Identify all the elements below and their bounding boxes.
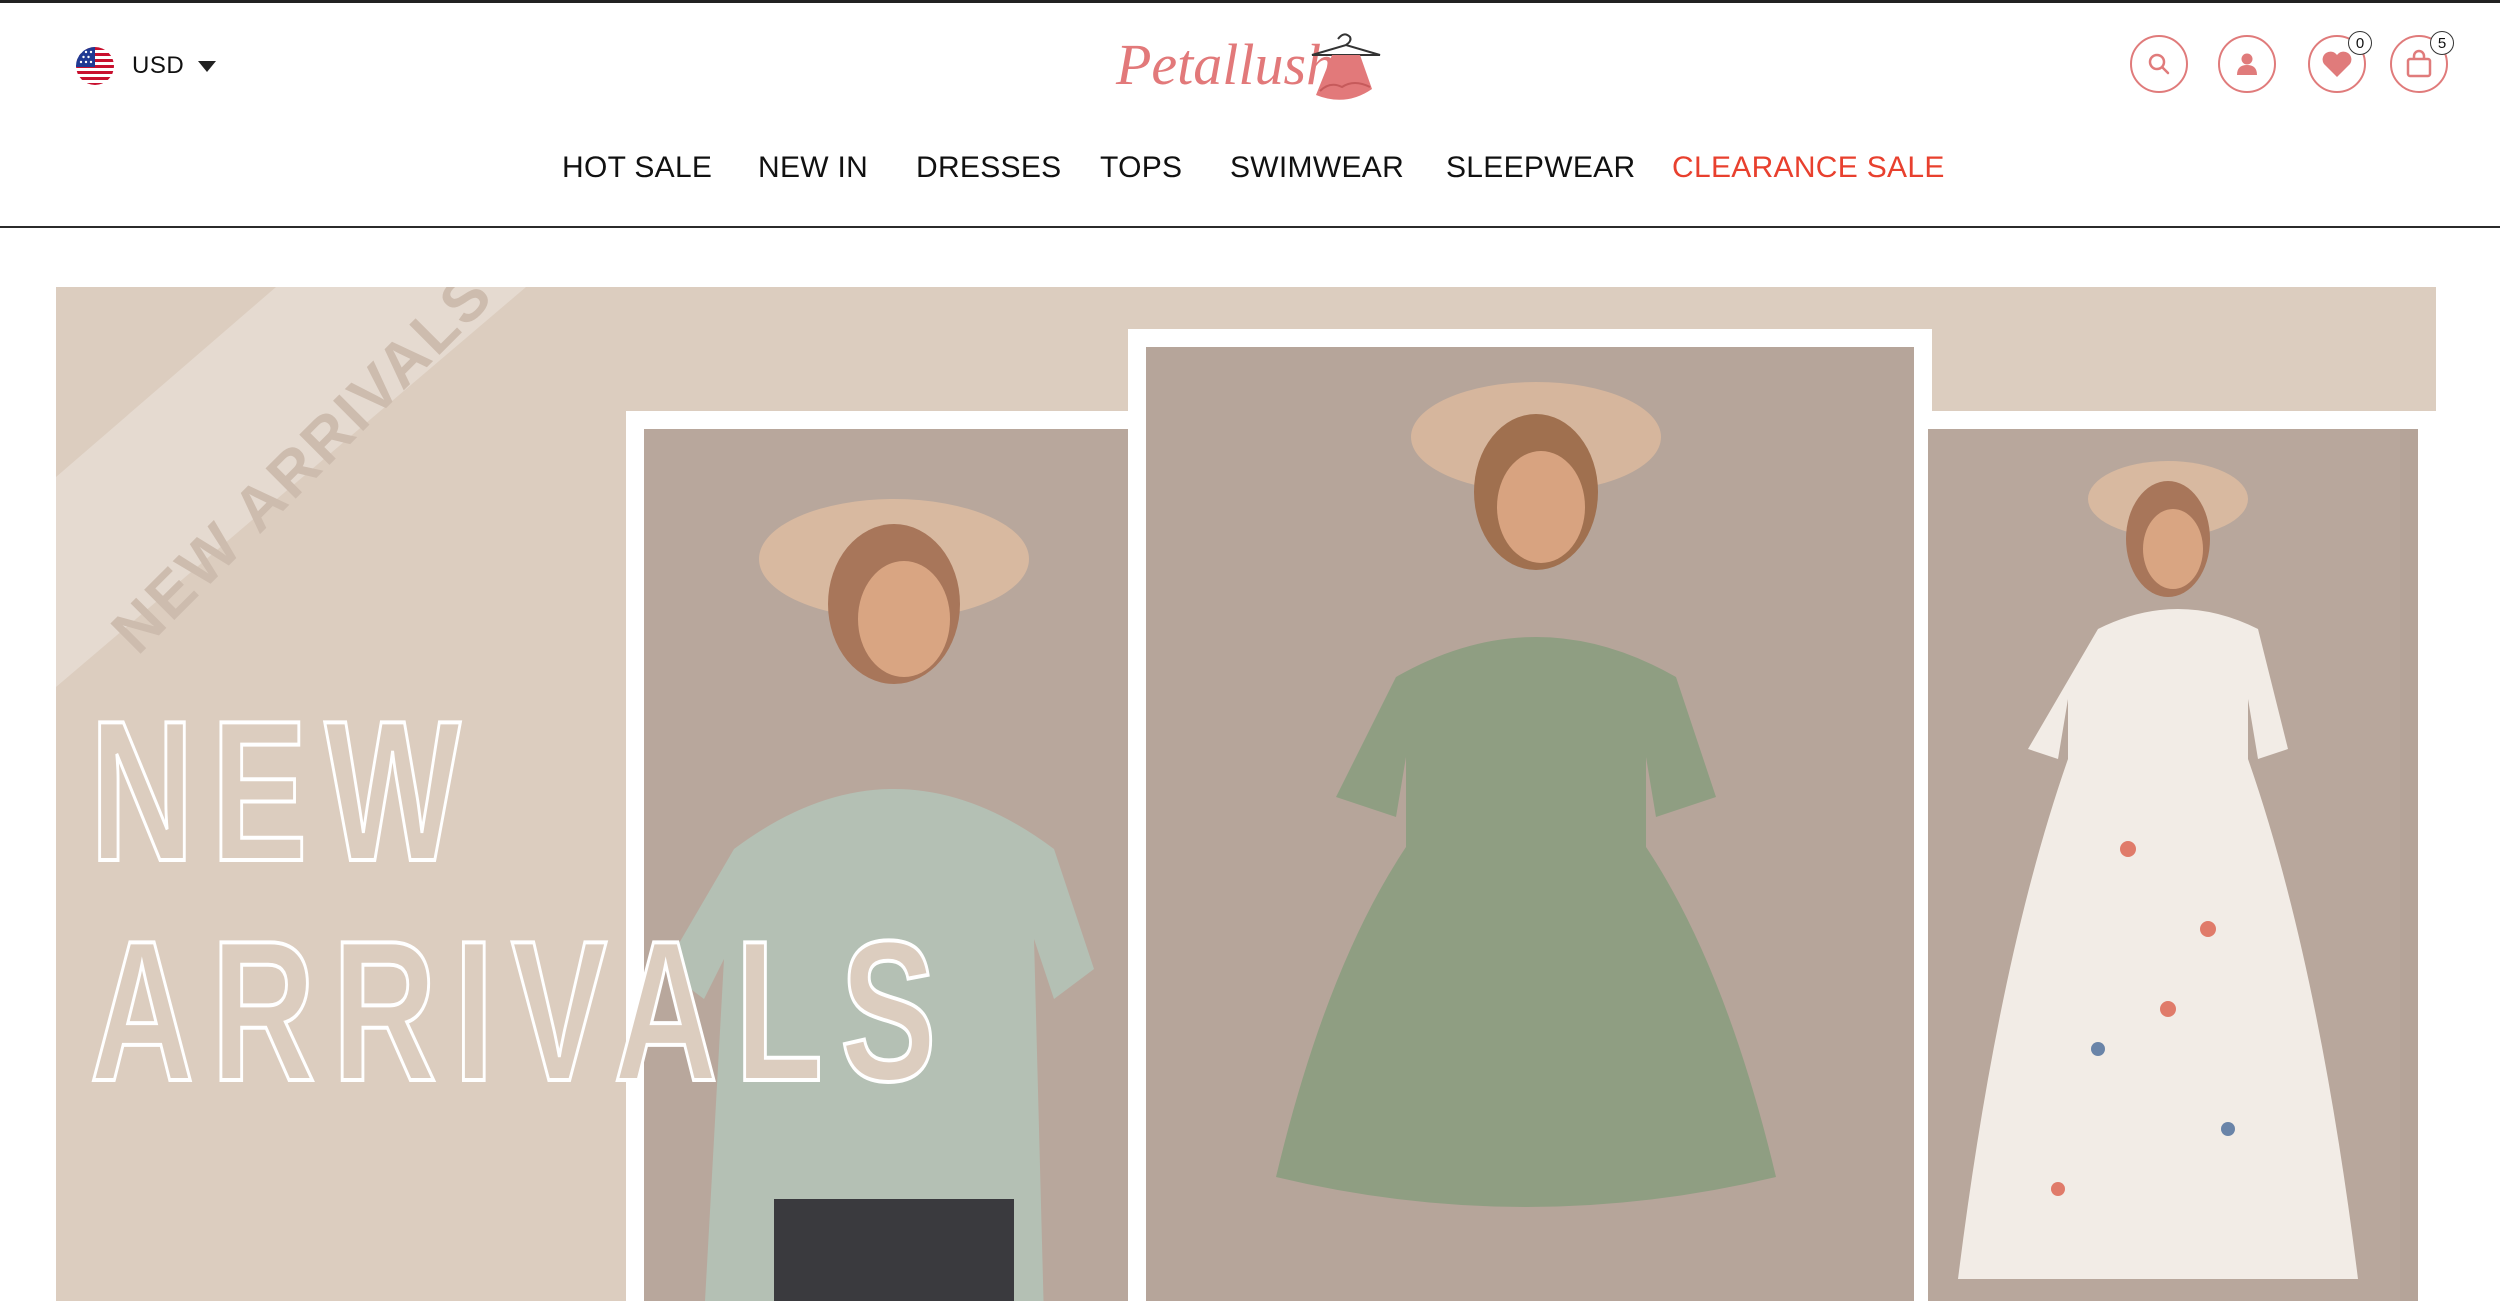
headline-line-1: NEW [89, 678, 478, 905]
header-divider [0, 226, 2500, 228]
cart-count-badge: 5 [2430, 31, 2454, 55]
nav-clearance-sale[interactable]: CLEARANCE SALE [1672, 151, 1945, 185]
hanger-dress-icon [1311, 33, 1381, 100]
heart-icon [2322, 51, 2352, 77]
site-logo[interactable]: Petallush [1116, 25, 1381, 105]
account-button[interactable] [2218, 35, 2276, 93]
search-button[interactable] [2130, 35, 2188, 93]
product-photo-dress[interactable] [1128, 329, 1932, 1301]
cart-button[interactable]: 5 [2390, 31, 2454, 93]
nav-sleepwear[interactable]: SLEEPWEAR [1446, 151, 1635, 185]
headline-line-2: ARRIVALS [89, 898, 954, 1125]
search-icon [2148, 53, 2170, 75]
site-header: USD Petallush 0 5 HOT SALE NEW IN DRESSE… [0, 3, 2500, 228]
us-flag-icon [76, 47, 114, 85]
product-photo-top[interactable] [626, 411, 1134, 1301]
caret-down-icon [198, 60, 217, 72]
currency-label: USD [132, 52, 185, 79]
bag-icon [2406, 49, 2432, 78]
hero-banner[interactable]: NEW ARRIVALS NEW ARRIVALS [56, 287, 2436, 1301]
nav-new-in[interactable]: NEW IN [758, 151, 868, 185]
nav-hot-sale[interactable]: HOT SALE [562, 151, 712, 185]
nav-tops[interactable]: TOPS [1100, 151, 1182, 185]
user-icon [2237, 53, 2257, 75]
nav-dresses[interactable]: DRESSES [916, 151, 1061, 185]
wishlist-count-badge: 0 [2348, 31, 2372, 55]
main-nav: HOT SALE NEW IN DRESSES TOPS SWIMWEAR SL… [0, 151, 2500, 199]
model-floral-image [1928, 429, 2400, 1301]
wishlist-button[interactable]: 0 [2308, 31, 2372, 93]
model-top-image [644, 429, 1134, 1301]
product-photo-floral[interactable] [1928, 411, 2436, 1301]
nav-swimwear[interactable]: SWIMWEAR [1230, 151, 1404, 185]
currency-selector[interactable]: USD [76, 47, 217, 85]
model-dress-image [1146, 347, 1914, 1301]
